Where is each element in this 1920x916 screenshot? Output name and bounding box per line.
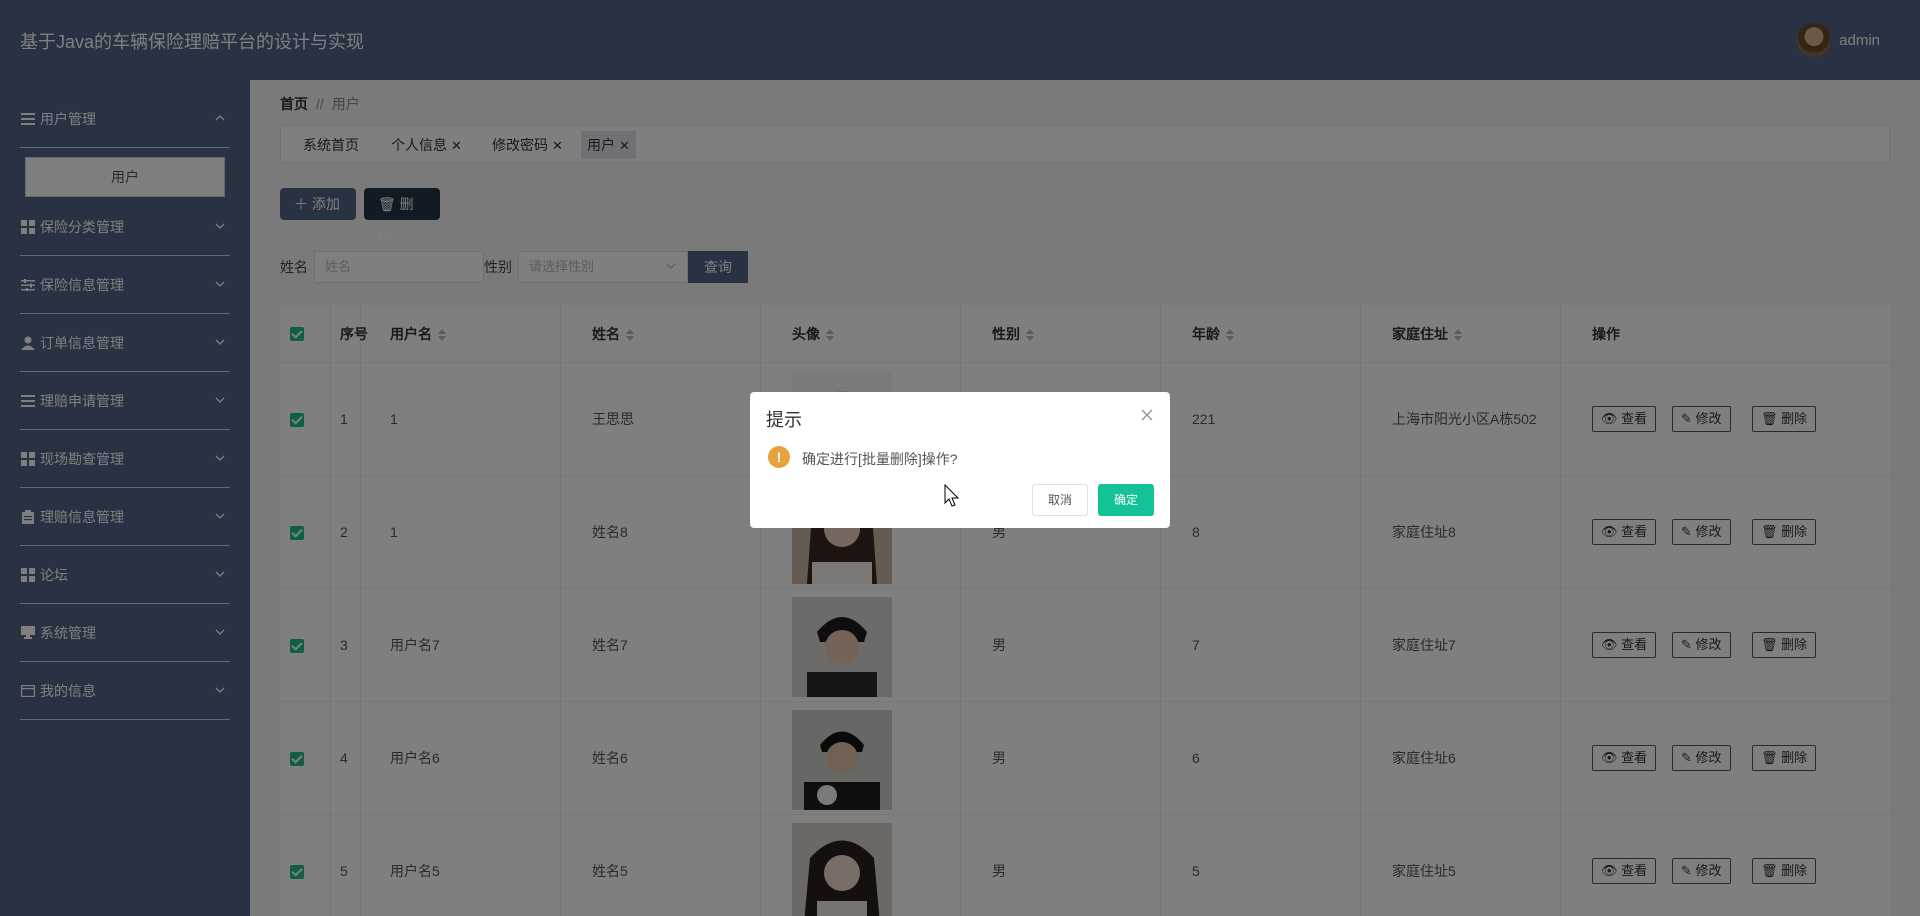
confirm-dialog: 提示 ! 确定进行[批量删除]操作? 取消 确定	[750, 392, 1170, 528]
mouse-cursor-icon	[944, 484, 960, 507]
dialog-title: 提示	[766, 410, 802, 430]
dialog-message: 确定进行[批量删除]操作?	[802, 451, 958, 467]
warning-icon: !	[768, 446, 790, 468]
confirm-button[interactable]: 确定	[1098, 484, 1154, 516]
close-icon[interactable]	[1140, 408, 1154, 422]
cancel-button[interactable]: 取消	[1032, 484, 1088, 516]
